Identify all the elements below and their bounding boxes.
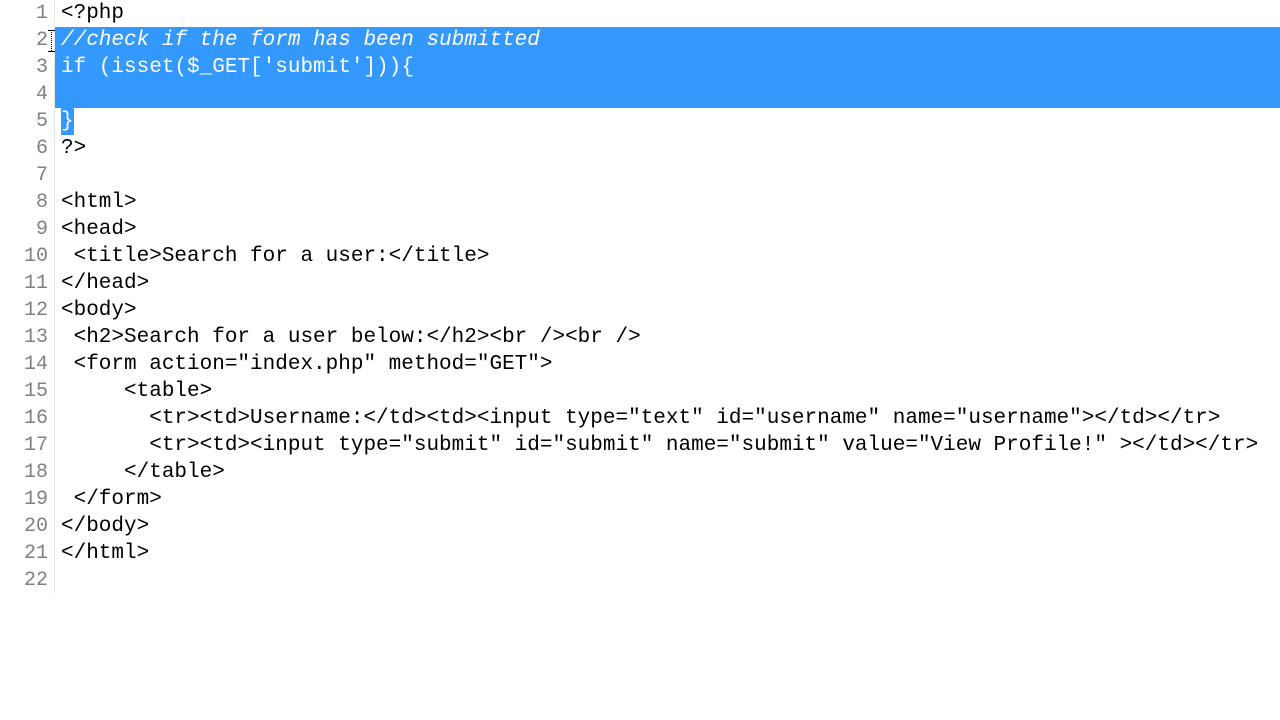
- code-line[interactable]: 8 <html>: [0, 189, 1280, 216]
- code-line[interactable]: 12 <body>: [0, 297, 1280, 324]
- line-number: 12: [0, 297, 55, 324]
- line-number: 15: [0, 378, 55, 405]
- code-content[interactable]: </html>: [55, 540, 1280, 567]
- line-number: 18: [0, 459, 55, 486]
- code-content[interactable]: <body>: [55, 297, 1280, 324]
- code-content[interactable]: <?php: [55, 0, 1280, 27]
- code-line[interactable]: 6 ?>: [0, 135, 1280, 162]
- code-line[interactable]: 15 <table>: [0, 378, 1280, 405]
- code-content[interactable]: ?>: [55, 135, 1280, 162]
- line-number: 21: [0, 540, 55, 567]
- code-content[interactable]: <title>Search for a user:</title>: [55, 243, 1280, 270]
- line-number: 10: [0, 243, 55, 270]
- line-number: 4: [0, 81, 55, 108]
- code-content[interactable]: <tr><td><input type="submit" id="submit"…: [55, 432, 1280, 459]
- code-content[interactable]: </head>: [55, 270, 1280, 297]
- code-line[interactable]: 7: [0, 162, 1280, 189]
- line-number: 17: [0, 432, 55, 459]
- code-line[interactable]: 21 </html>: [0, 540, 1280, 567]
- code-content[interactable]: <form action="index.php" method="GET">: [55, 351, 1280, 378]
- code-content[interactable]: </body>: [55, 513, 1280, 540]
- code-line[interactable]: 10 <title>Search for a user:</title>: [0, 243, 1280, 270]
- line-number: 22: [0, 567, 55, 594]
- code-line[interactable]: 13 <h2>Search for a user below:</h2><br …: [0, 324, 1280, 351]
- line-number: 6: [0, 135, 55, 162]
- code-line[interactable]: 14 <form action="index.php" method="GET"…: [0, 351, 1280, 378]
- code-line[interactable]: 18 </table>: [0, 459, 1280, 486]
- code-line[interactable]: 11 </head>: [0, 270, 1280, 297]
- line-number: 3: [0, 54, 55, 81]
- code-content[interactable]: <tr><td>Username:</td><td><input type="t…: [55, 405, 1280, 432]
- code-content[interactable]: [55, 162, 1280, 189]
- code-editor[interactable]: 1 <?php 2 //check if the form has been s…: [0, 0, 1280, 594]
- line-number: 13: [0, 324, 55, 351]
- code-content[interactable]: <head>: [55, 216, 1280, 243]
- line-number: 7: [0, 162, 55, 189]
- code-line[interactable]: 3 if (isset($_GET['submit'])){: [0, 54, 1280, 81]
- line-number: 8: [0, 189, 55, 216]
- code-content[interactable]: if (isset($_GET['submit'])){: [55, 54, 1280, 81]
- code-content[interactable]: [55, 567, 1280, 594]
- code-content[interactable]: <table>: [55, 378, 1280, 405]
- line-number: 19: [0, 486, 55, 513]
- code-line[interactable]: 22: [0, 567, 1280, 594]
- code-content[interactable]: [55, 81, 1280, 108]
- line-number: 9: [0, 216, 55, 243]
- code-content[interactable]: <h2>Search for a user below:</h2><br /><…: [55, 324, 1280, 351]
- code-content[interactable]: <html>: [55, 189, 1280, 216]
- code-content[interactable]: </form>: [55, 486, 1280, 513]
- line-number: 16: [0, 405, 55, 432]
- code-line[interactable]: 17 <tr><td><input type="submit" id="subm…: [0, 432, 1280, 459]
- code-line[interactable]: 1 <?php: [0, 0, 1280, 27]
- code-line[interactable]: 16 <tr><td>Username:</td><td><input type…: [0, 405, 1280, 432]
- code-line[interactable]: 5 }: [0, 108, 1280, 135]
- code-line[interactable]: 9 <head>: [0, 216, 1280, 243]
- code-line[interactable]: 2 //check if the form has been submitted: [0, 27, 1280, 54]
- line-number: 5: [0, 108, 55, 135]
- code-line[interactable]: 20 </body>: [0, 513, 1280, 540]
- line-number: 11: [0, 270, 55, 297]
- line-number: 2: [0, 27, 55, 54]
- code-line[interactable]: 19 </form>: [0, 486, 1280, 513]
- code-line[interactable]: 4: [0, 81, 1280, 108]
- line-number: 14: [0, 351, 55, 378]
- line-number: 20: [0, 513, 55, 540]
- code-content[interactable]: </table>: [55, 459, 1280, 486]
- code-content[interactable]: //check if the form has been submitted: [55, 27, 1280, 54]
- line-number: 1: [0, 0, 55, 27]
- code-content[interactable]: }: [55, 108, 1280, 135]
